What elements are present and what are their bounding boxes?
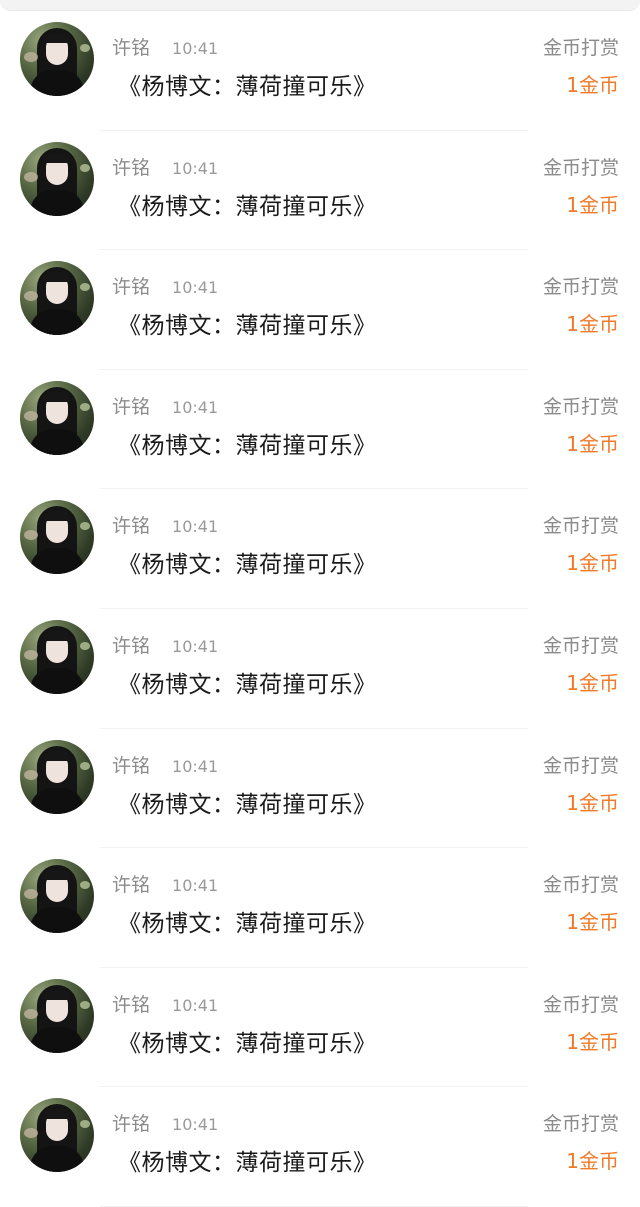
reward-record-list: 许铭 10:41 《杨博文：薄荷撞可乐》 金币打赏 1金币 许铭 10:41 《杨博… [0,11,640,1207]
reward-record-row[interactable]: 许铭 10:41 《杨博文：薄荷撞可乐》 金币打赏 1金币 [0,131,640,251]
timestamp: 10:41 [172,517,219,537]
previous-card-edge [0,0,640,11]
timestamp: 10:41 [172,278,219,298]
user-name: 许铭 [112,276,151,299]
avatar[interactable] [20,859,94,934]
timestamp: 10:41 [172,39,219,58]
row-meta: 许铭 10:41 [112,631,218,658]
reward-record-row[interactable]: 许铭 10:41 《杨博文：薄荷撞可乐》 金币打赏 1金币 [0,489,640,609]
user-name: 许铭 [112,754,151,777]
gift-amount: 1金币 [566,790,619,815]
gift-amount: 1金币 [566,670,619,695]
avatar[interactable] [20,141,94,216]
row-meta: 许铭 10:41 [112,153,218,180]
book-title: 《杨博文：薄荷撞可乐》 [118,911,377,938]
timestamp: 10:41 [172,756,219,776]
reward-record-row[interactable]: 许铭 10:41 《杨博文：薄荷撞可乐》 金币打赏 1金币 [0,609,640,729]
row-meta: 许铭 10:41 [112,1109,218,1136]
gift-type-label: 金币打赏 [542,37,619,59]
user-name: 许铭 [112,156,151,179]
gift-type-label: 金币打赏 [542,395,619,418]
gift-type-label: 金币打赏 [542,1113,619,1136]
gift-type-label: 金币打赏 [542,515,619,538]
book-title: 《杨博文：薄荷撞可乐》 [118,1150,377,1177]
user-name: 许铭 [112,874,151,897]
avatar[interactable] [20,261,94,336]
user-name: 许铭 [112,993,151,1016]
avatar[interactable] [20,739,94,814]
user-name: 许铭 [112,395,151,418]
avatar[interactable] [20,500,94,575]
row-meta: 许铭 10:41 [112,33,218,60]
avatar[interactable] [20,1098,94,1173]
user-name: 许铭 [112,634,151,657]
avatar[interactable] [20,380,94,455]
reward-record-row[interactable]: 许铭 10:41 《杨博文：薄荷撞可乐》 金币打赏 1金币 [0,848,640,968]
gift-amount: 1金币 [566,73,619,97]
timestamp: 10:41 [172,158,219,178]
reward-record-row[interactable]: 许铭 10:41 《杨博文：薄荷撞可乐》 金币打赏 1金币 [0,729,640,849]
gift-amount: 1金币 [566,192,619,217]
gift-amount: 1金币 [566,312,619,337]
row-meta: 许铭 10:41 [112,392,218,419]
gift-type-label: 金币打赏 [542,754,619,777]
book-title: 《杨博文：薄荷撞可乐》 [118,791,377,818]
gift-type-label: 金币打赏 [542,156,619,179]
book-title: 《杨博文：薄荷撞可乐》 [118,1030,377,1057]
row-meta: 许铭 10:41 [112,511,218,538]
timestamp: 10:41 [172,995,219,1015]
user-name: 许铭 [112,1113,151,1136]
avatar[interactable] [20,619,94,694]
gift-amount: 1金币 [566,1149,619,1174]
timestamp: 10:41 [172,876,219,896]
gift-amount: 1金币 [566,910,619,935]
gift-amount: 1金币 [566,431,619,456]
book-title: 《杨博文：薄荷撞可乐》 [118,432,377,459]
avatar[interactable] [20,978,94,1053]
row-meta: 许铭 10:41 [112,272,218,299]
gift-type-label: 金币打赏 [542,874,619,897]
avatar[interactable] [20,22,94,96]
gift-type-label: 金币打赏 [542,276,619,299]
book-title: 《杨博文：薄荷撞可乐》 [118,313,377,340]
user-name: 许铭 [112,515,151,538]
book-title: 《杨博文：薄荷撞可乐》 [118,74,377,100]
reward-record-row[interactable]: 许铭 10:41 《杨博文：薄荷撞可乐》 金币打赏 1金币 [0,11,640,131]
gift-amount: 1金币 [566,1029,619,1054]
gift-type-label: 金币打赏 [542,993,619,1016]
book-title: 《杨博文：薄荷撞可乐》 [118,552,377,579]
reward-record-row[interactable]: 许铭 10:41 《杨博文：薄荷撞可乐》 金币打赏 1金币 [0,250,640,370]
timestamp: 10:41 [172,397,219,417]
user-name: 许铭 [112,37,151,59]
reward-record-row[interactable]: 许铭 10:41 《杨博文：薄荷撞可乐》 金币打赏 1金币 [0,370,640,490]
reward-record-row[interactable]: 许铭 10:41 《杨博文：薄荷撞可乐》 金币打赏 1金币 [0,968,640,1088]
row-meta: 许铭 10:41 [112,751,218,778]
reward-record-row[interactable]: 许铭 10:41 《杨博文：薄荷撞可乐》 金币打赏 1金币 [0,1087,640,1207]
gift-type-label: 金币打赏 [542,634,619,657]
timestamp: 10:41 [172,636,219,656]
row-meta: 许铭 10:41 [112,990,218,1017]
timestamp: 10:41 [172,1115,219,1135]
book-title: 《杨博文：薄荷撞可乐》 [118,193,377,220]
gift-amount: 1金币 [566,551,619,576]
book-title: 《杨博文：薄荷撞可乐》 [118,671,377,698]
row-meta: 许铭 10:41 [112,870,218,897]
